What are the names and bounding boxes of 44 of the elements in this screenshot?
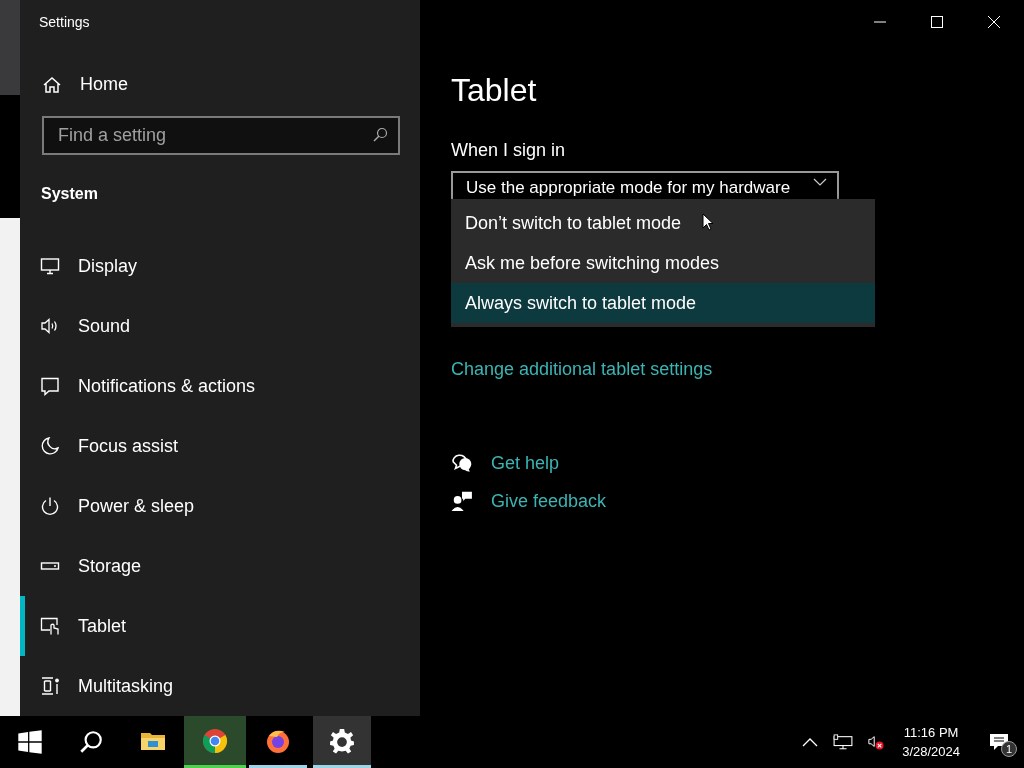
- search-field[interactable]: Find a setting: [42, 116, 400, 156]
- sidebar-item[interactable]: Multitasking: [20, 656, 420, 716]
- search-icon[interactable]: [78, 729, 104, 755]
- home-nav-item[interactable]: Home: [20, 62, 420, 108]
- moon-icon: [40, 436, 60, 456]
- gear-icon: [329, 727, 355, 754]
- sidebar-item[interactable]: Display: [20, 236, 420, 296]
- windows-start-icon[interactable]: [17, 729, 43, 755]
- home-icon: [42, 74, 62, 95]
- sidebar-item[interactable]: Focus assist: [20, 416, 420, 476]
- power-icon: [40, 496, 60, 516]
- muted-speaker-icon[interactable]: [868, 734, 885, 750]
- dropdown-option[interactable]: Always switch to tablet mode: [451, 283, 875, 323]
- chevron-icon: [813, 178, 827, 186]
- feedback-person-icon: [451, 490, 473, 512]
- window-title: Settings: [38, 13, 91, 32]
- close-icon[interactable]: [988, 16, 1000, 28]
- sidebar-item[interactable]: Storage: [20, 536, 420, 596]
- feedback-link[interactable]: Give feedback: [491, 490, 607, 512]
- section-heading: System: [40, 184, 99, 205]
- help-chat-icon: [451, 452, 473, 474]
- chrome-icon: [202, 727, 228, 754]
- multitasking-icon: [40, 676, 60, 696]
- notifications-icon: [40, 376, 60, 396]
- dropdown-option[interactable]: Ask me before switching modes: [451, 243, 875, 283]
- field-label: When I sign in: [451, 140, 567, 161]
- tablet-settings-link[interactable]: Change additional tablet settings: [451, 359, 713, 380]
- sidebar-item[interactable]: Notifications & actions: [20, 356, 420, 416]
- mouse-cursor-icon: [702, 213, 714, 231]
- clock-date[interactable]: 3/28/2024: [902, 744, 960, 759]
- page-title: Tablet: [451, 72, 538, 109]
- sidebar-item[interactable]: Sound: [20, 296, 420, 356]
- sound-icon: [40, 316, 60, 336]
- tablet-icon: [40, 616, 60, 636]
- notification-count-badge: 1: [1001, 741, 1017, 757]
- maximize-icon[interactable]: [931, 16, 943, 28]
- sidebar-item[interactable]: Power & sleep: [20, 476, 420, 536]
- display-icon: [40, 256, 60, 276]
- network-icon[interactable]: [832, 734, 855, 750]
- help-link[interactable]: Get help: [491, 452, 560, 474]
- clock-time[interactable]: 11:16 PM: [903, 725, 959, 740]
- taskbar-app[interactable]: [184, 716, 246, 768]
- taskbar-app[interactable]: [313, 716, 371, 768]
- search-icon: [372, 127, 388, 144]
